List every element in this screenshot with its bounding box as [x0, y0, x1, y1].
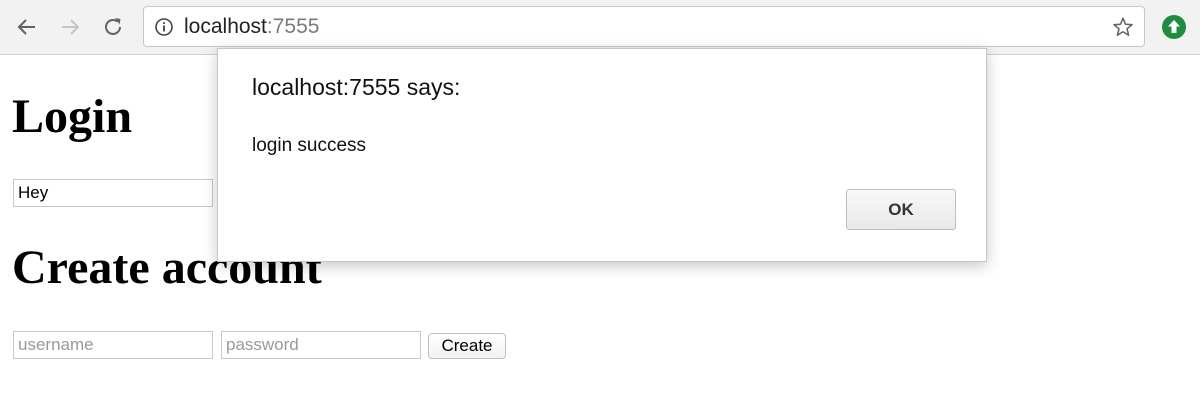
star-icon[interactable] — [1112, 16, 1134, 38]
ok-button[interactable]: OK — [846, 189, 956, 230]
username-input[interactable]: username — [13, 331, 213, 359]
alert-dialog: localhost:7555 says: login success OK — [217, 48, 987, 262]
dialog-message: login success — [252, 135, 367, 156]
create-button[interactable]: Create — [428, 333, 506, 359]
reload-icon — [105, 18, 121, 35]
address-bar[interactable]: localhost:7555 — [143, 6, 1145, 47]
browser-toolbar: localhost:7555 — [0, 0, 1200, 55]
forward-button[interactable] — [55, 12, 85, 42]
password-input[interactable]: password — [221, 331, 421, 359]
back-arrow-icon — [17, 19, 35, 35]
url-port: :7555 — [266, 15, 320, 38]
info-icon[interactable] — [154, 17, 174, 37]
url-host: localhost — [184, 15, 267, 38]
back-button[interactable] — [12, 12, 42, 42]
reload-button[interactable] — [98, 12, 128, 42]
url-text: localhost:7555 — [184, 15, 319, 39]
login-heading: Login — [12, 90, 133, 143]
login-input[interactable]: Hey — [13, 179, 213, 207]
forward-arrow-icon — [62, 19, 80, 35]
extension-upload-icon[interactable] — [1161, 14, 1187, 40]
dialog-title: localhost:7555 says: — [252, 74, 461, 100]
